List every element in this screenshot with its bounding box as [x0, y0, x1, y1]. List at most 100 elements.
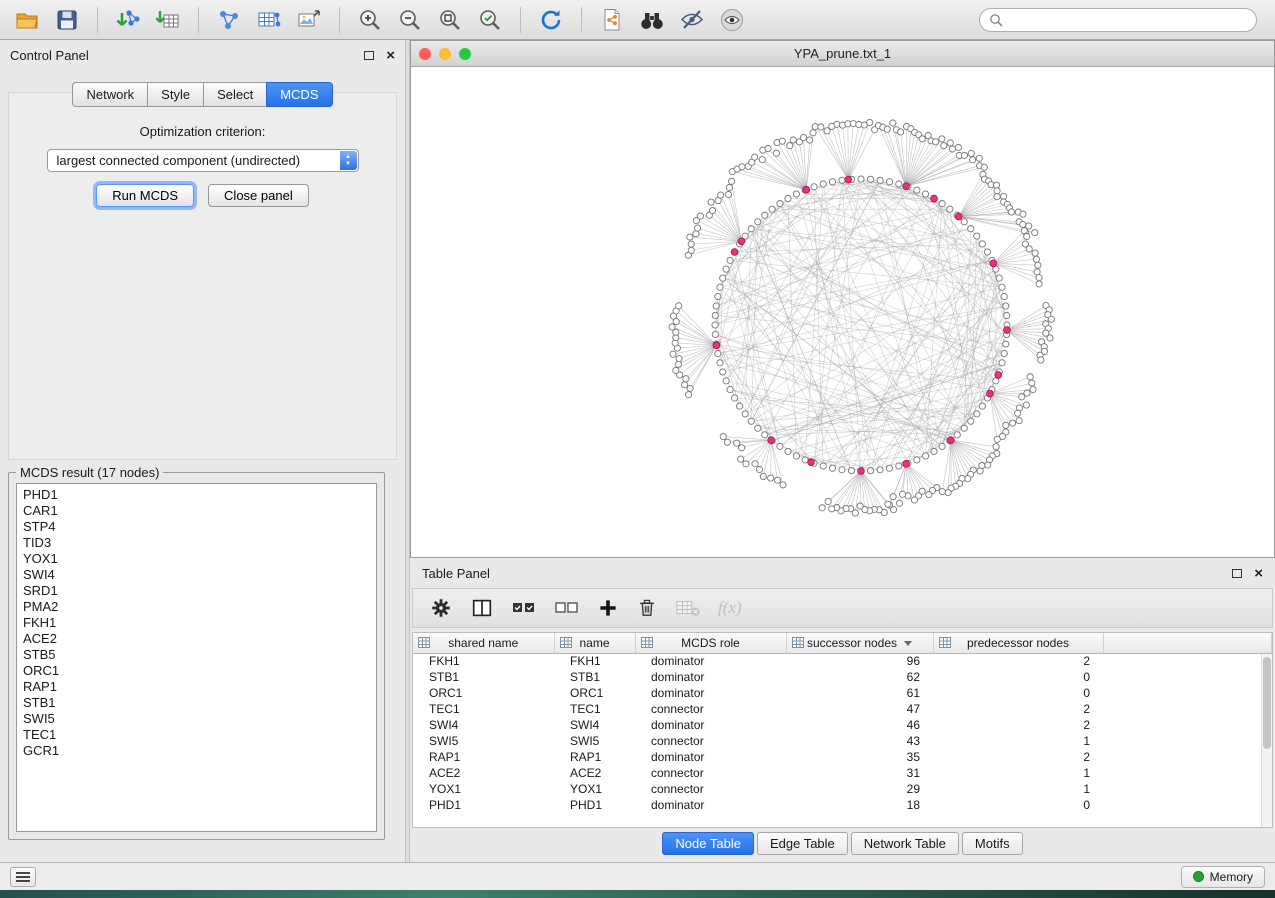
cell-predecessor-nodes[interactable]: 1: [933, 765, 1103, 781]
table-row[interactable]: YOX1 YOX1 connector 29 1: [413, 781, 1272, 797]
task-history-button[interactable]: [10, 867, 36, 887]
cell-shared-name[interactable]: SWI4: [413, 717, 554, 733]
close-table-panel-icon[interactable]: ×: [1254, 566, 1263, 581]
cell-successor-nodes[interactable]: 96: [786, 653, 933, 669]
cell-name[interactable]: TEC1: [554, 701, 635, 717]
cell-shared-name[interactable]: STB1: [413, 669, 554, 685]
function-builder-button[interactable]: f(x): [718, 598, 742, 618]
cell-predecessor-nodes[interactable]: 0: [933, 797, 1103, 813]
mcds-result-item[interactable]: TEC1: [23, 727, 370, 743]
mcds-result-item[interactable]: STP4: [23, 519, 370, 535]
cell-successor-nodes[interactable]: 18: [786, 797, 933, 813]
cell-name[interactable]: STB1: [554, 669, 635, 685]
mcds-result-list[interactable]: PHD1 CAR1 STP4 TID3 YOX1 SWI4 SRD1 PMA2 …: [16, 483, 377, 832]
optimization-criterion-select[interactable]: largest connected component (undirected)…: [47, 149, 359, 172]
cell-name[interactable]: FKH1: [554, 653, 635, 669]
tab-node-table[interactable]: Node Table: [662, 832, 754, 855]
new-network-button[interactable]: [212, 4, 246, 36]
cell-shared-name[interactable]: FKH1: [413, 653, 554, 669]
network-graph[interactable]: [411, 67, 1274, 557]
table-scrollbar[interactable]: [1261, 654, 1272, 827]
column-header-name[interactable]: name: [554, 633, 635, 653]
tab-mcds[interactable]: MCDS: [266, 82, 332, 107]
float-panel-icon[interactable]: [364, 51, 374, 60]
network-from-table-button[interactable]: [252, 4, 286, 36]
zoom-fit-button[interactable]: [433, 4, 467, 36]
cell-predecessor-nodes[interactable]: 2: [933, 749, 1103, 765]
mcds-result-item[interactable]: TID3: [23, 535, 370, 551]
deselect-all-rows-button[interactable]: [554, 597, 580, 619]
table-row[interactable]: SWI5 SWI5 connector 43 1: [413, 733, 1272, 749]
network-window-titlebar[interactable]: YPA_prune.txt_1: [411, 41, 1274, 67]
close-window-icon[interactable]: [419, 48, 431, 60]
cell-name[interactable]: SWI5: [554, 733, 635, 749]
toolbar-search-field[interactable]: [979, 8, 1257, 32]
tab-edge-table[interactable]: Edge Table: [757, 832, 848, 855]
mcds-result-item[interactable]: ACE2: [23, 631, 370, 647]
mcds-result-item[interactable]: RAP1: [23, 679, 370, 695]
cell-mcds-role[interactable]: connector: [635, 765, 786, 781]
close-panel-button[interactable]: Close panel: [208, 184, 309, 207]
memory-button[interactable]: Memory: [1181, 866, 1265, 888]
mcds-result-item[interactable]: STB5: [23, 647, 370, 663]
float-table-panel-icon[interactable]: [1232, 569, 1242, 578]
mcds-result-item[interactable]: STB1: [23, 695, 370, 711]
cell-successor-nodes[interactable]: 35: [786, 749, 933, 765]
hide-panels-button[interactable]: [675, 4, 709, 36]
zoom-selected-button[interactable]: [473, 4, 507, 36]
cell-name[interactable]: SWI4: [554, 717, 635, 733]
cell-mcds-role[interactable]: dominator: [635, 749, 786, 765]
cell-predecessor-nodes[interactable]: 2: [933, 717, 1103, 733]
run-mcds-button[interactable]: Run MCDS: [96, 184, 194, 207]
cell-predecessor-nodes[interactable]: 1: [933, 781, 1103, 797]
cell-name[interactable]: ACE2: [554, 765, 635, 781]
delete-table-button[interactable]: [675, 597, 701, 619]
export-image-button[interactable]: [292, 4, 326, 36]
import-table-file-button[interactable]: [151, 4, 185, 36]
add-column-button[interactable]: [597, 597, 619, 619]
mcds-result-item[interactable]: SWI4: [23, 567, 370, 583]
tab-network-table[interactable]: Network Table: [851, 832, 959, 855]
cell-shared-name[interactable]: YOX1: [413, 781, 554, 797]
mcds-result-item[interactable]: GCR1: [23, 743, 370, 759]
cell-shared-name[interactable]: TEC1: [413, 701, 554, 717]
table-scrollbar-thumb[interactable]: [1263, 657, 1271, 749]
delete-column-button[interactable]: [636, 597, 658, 619]
cell-predecessor-nodes[interactable]: 2: [933, 701, 1103, 717]
mcds-result-item[interactable]: YOX1: [23, 551, 370, 567]
close-panel-icon[interactable]: ×: [386, 48, 395, 63]
mcds-result-item[interactable]: SRD1: [23, 583, 370, 599]
cell-name[interactable]: RAP1: [554, 749, 635, 765]
zoom-window-icon[interactable]: [459, 48, 471, 60]
column-header-predecessor-nodes[interactable]: predecessor nodes: [933, 633, 1103, 653]
cell-name[interactable]: YOX1: [554, 781, 635, 797]
cell-mcds-role[interactable]: dominator: [635, 797, 786, 813]
tab-style[interactable]: Style: [147, 82, 203, 107]
cell-shared-name[interactable]: SWI5: [413, 733, 554, 749]
share-document-button[interactable]: [595, 4, 629, 36]
refresh-button[interactable]: [534, 4, 568, 36]
cell-mcds-role[interactable]: dominator: [635, 685, 786, 701]
cell-successor-nodes[interactable]: 46: [786, 717, 933, 733]
cell-mcds-role[interactable]: connector: [635, 781, 786, 797]
cell-shared-name[interactable]: RAP1: [413, 749, 554, 765]
cell-successor-nodes[interactable]: 61: [786, 685, 933, 701]
table-row[interactable]: SWI4 SWI4 dominator 46 2: [413, 717, 1272, 733]
cell-predecessor-nodes[interactable]: 0: [933, 685, 1103, 701]
table-row[interactable]: FKH1 FKH1 dominator 96 2: [413, 653, 1272, 669]
network-canvas[interactable]: [411, 67, 1274, 557]
mcds-result-item[interactable]: FKH1: [23, 615, 370, 631]
cell-predecessor-nodes[interactable]: 2: [933, 653, 1103, 669]
cell-shared-name[interactable]: ACE2: [413, 765, 554, 781]
cell-mcds-role[interactable]: dominator: [635, 717, 786, 733]
column-header-mcds-role[interactable]: MCDS role: [635, 633, 786, 653]
show-columns-button[interactable]: [470, 596, 494, 620]
table-row[interactable]: TEC1 TEC1 connector 47 2: [413, 701, 1272, 717]
table-row[interactable]: STB1 STB1 dominator 62 0: [413, 669, 1272, 685]
mcds-result-item[interactable]: ORC1: [23, 663, 370, 679]
search-network-button[interactable]: [635, 4, 669, 36]
cell-name[interactable]: PHD1: [554, 797, 635, 813]
select-all-rows-button[interactable]: [511, 597, 537, 619]
cell-mcds-role[interactable]: connector: [635, 701, 786, 717]
cell-mcds-role[interactable]: connector: [635, 733, 786, 749]
